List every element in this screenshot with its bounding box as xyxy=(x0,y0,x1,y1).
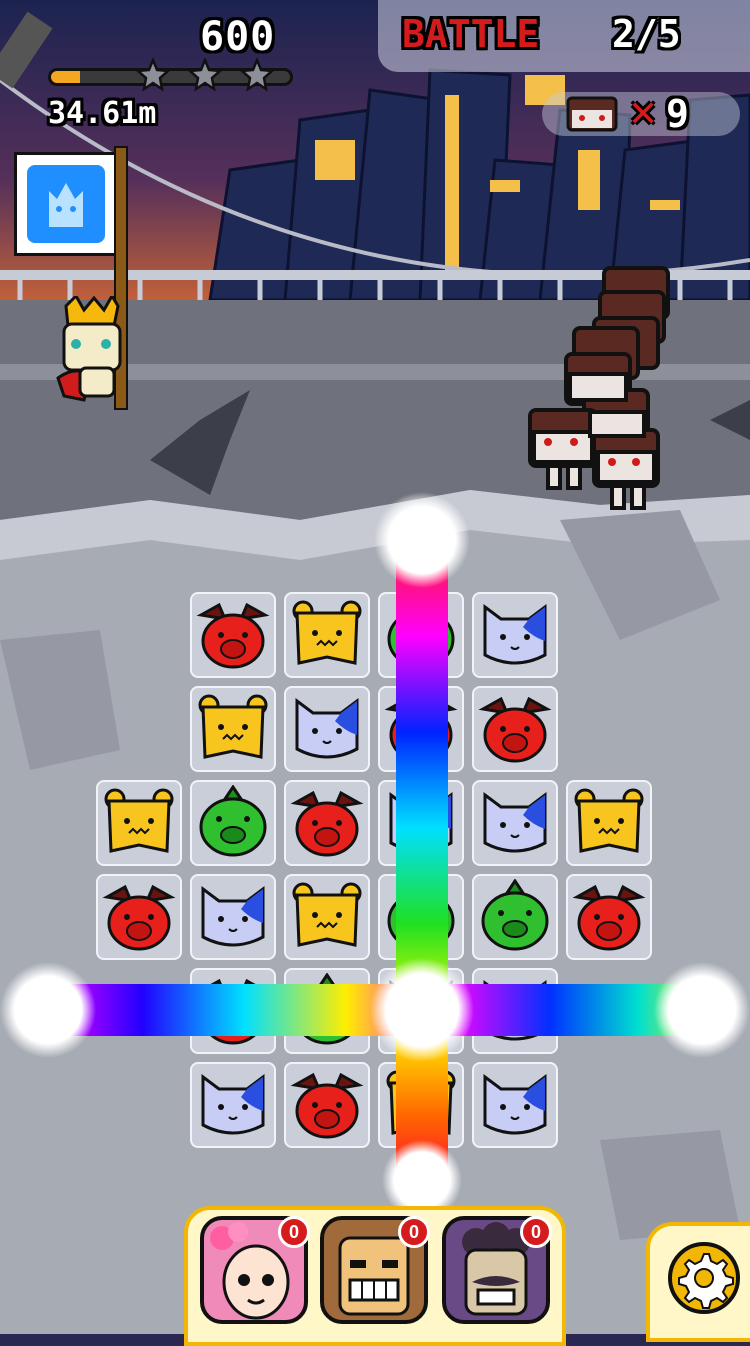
rainbow-cross-blast xyxy=(0,492,750,1210)
skill-count-badge: 0 xyxy=(398,1216,430,1248)
score-value: 600 xyxy=(200,14,276,60)
enemy-remaining-count: 9 xyxy=(666,92,689,136)
star-icon xyxy=(136,58,170,92)
castle-crown-icon xyxy=(27,165,105,243)
skill-count-badge: 0 xyxy=(278,1216,310,1248)
multiply-icon: ✕ xyxy=(628,94,659,135)
king-hero xyxy=(56,296,122,402)
distance-value: 34.61m xyxy=(48,96,157,131)
star-icon xyxy=(240,58,274,92)
level-progress-fill xyxy=(51,71,80,83)
star-icon xyxy=(188,58,222,92)
team-flag xyxy=(14,152,118,256)
battle-count: 2/5 xyxy=(612,12,681,56)
enemy-horde xyxy=(528,266,670,510)
zombie-head-icon xyxy=(566,96,618,132)
battle-label: BATTLE xyxy=(402,12,540,56)
skill-count-badge: 0 xyxy=(520,1216,552,1248)
gear-icon xyxy=(678,1253,734,1309)
settings-button[interactable] xyxy=(668,1242,740,1314)
